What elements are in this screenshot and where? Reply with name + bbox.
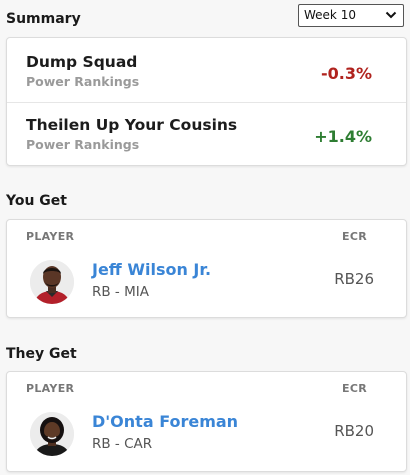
- you-get-heading: You Get: [6, 193, 67, 209]
- team-name: Dump Squad: [26, 53, 138, 71]
- player-avatar: [30, 260, 74, 304]
- power-ranking-change: +1.4%: [314, 127, 372, 146]
- player-ecr-value: RB20: [334, 422, 374, 440]
- team-subtitle: Power Rankings: [26, 74, 140, 89]
- week-select[interactable]: Week 10: [298, 4, 404, 27]
- trade-analysis-page: Summary Week 10 Dump Squad Power Ranking…: [0, 0, 410, 475]
- column-header-ecr: ECR: [342, 230, 367, 243]
- player-avatar: [30, 412, 74, 456]
- chevron-down-icon: [385, 11, 397, 19]
- team-subtitle: Power Rankings: [26, 137, 140, 152]
- player-position-team: RB - CAR: [92, 436, 153, 452]
- player-name-link[interactable]: Jeff Wilson Jr.: [92, 260, 211, 279]
- player-name-link[interactable]: D'Onta Foreman: [92, 412, 238, 431]
- team-name: Theilen Up Your Cousins: [26, 116, 238, 134]
- player-position-team: RB - MIA: [92, 284, 149, 300]
- summary-row-team-1[interactable]: Dump Squad Power Rankings -0.3%: [7, 40, 406, 102]
- column-header-ecr: ECR: [342, 382, 367, 395]
- they-get-heading: They Get: [6, 346, 77, 362]
- column-header-player: PLAYER: [26, 230, 75, 243]
- summary-heading: Summary: [6, 11, 81, 27]
- power-ranking-change: -0.3%: [320, 64, 372, 83]
- summary-row-team-2[interactable]: Theilen Up Your Cousins Power Rankings +…: [7, 102, 406, 164]
- column-header-player: PLAYER: [26, 382, 75, 395]
- they-get-card: PLAYER ECR D'Onta Foreman RB - CAR RB20: [6, 371, 407, 472]
- you-get-card: PLAYER ECR Jeff Wilson Jr. RB - MIA RB26: [6, 219, 407, 318]
- week-select-value: Week 10: [304, 8, 356, 22]
- summary-card: Dump Squad Power Rankings -0.3% Theilen …: [6, 37, 407, 166]
- player-ecr-value: RB26: [334, 270, 374, 288]
